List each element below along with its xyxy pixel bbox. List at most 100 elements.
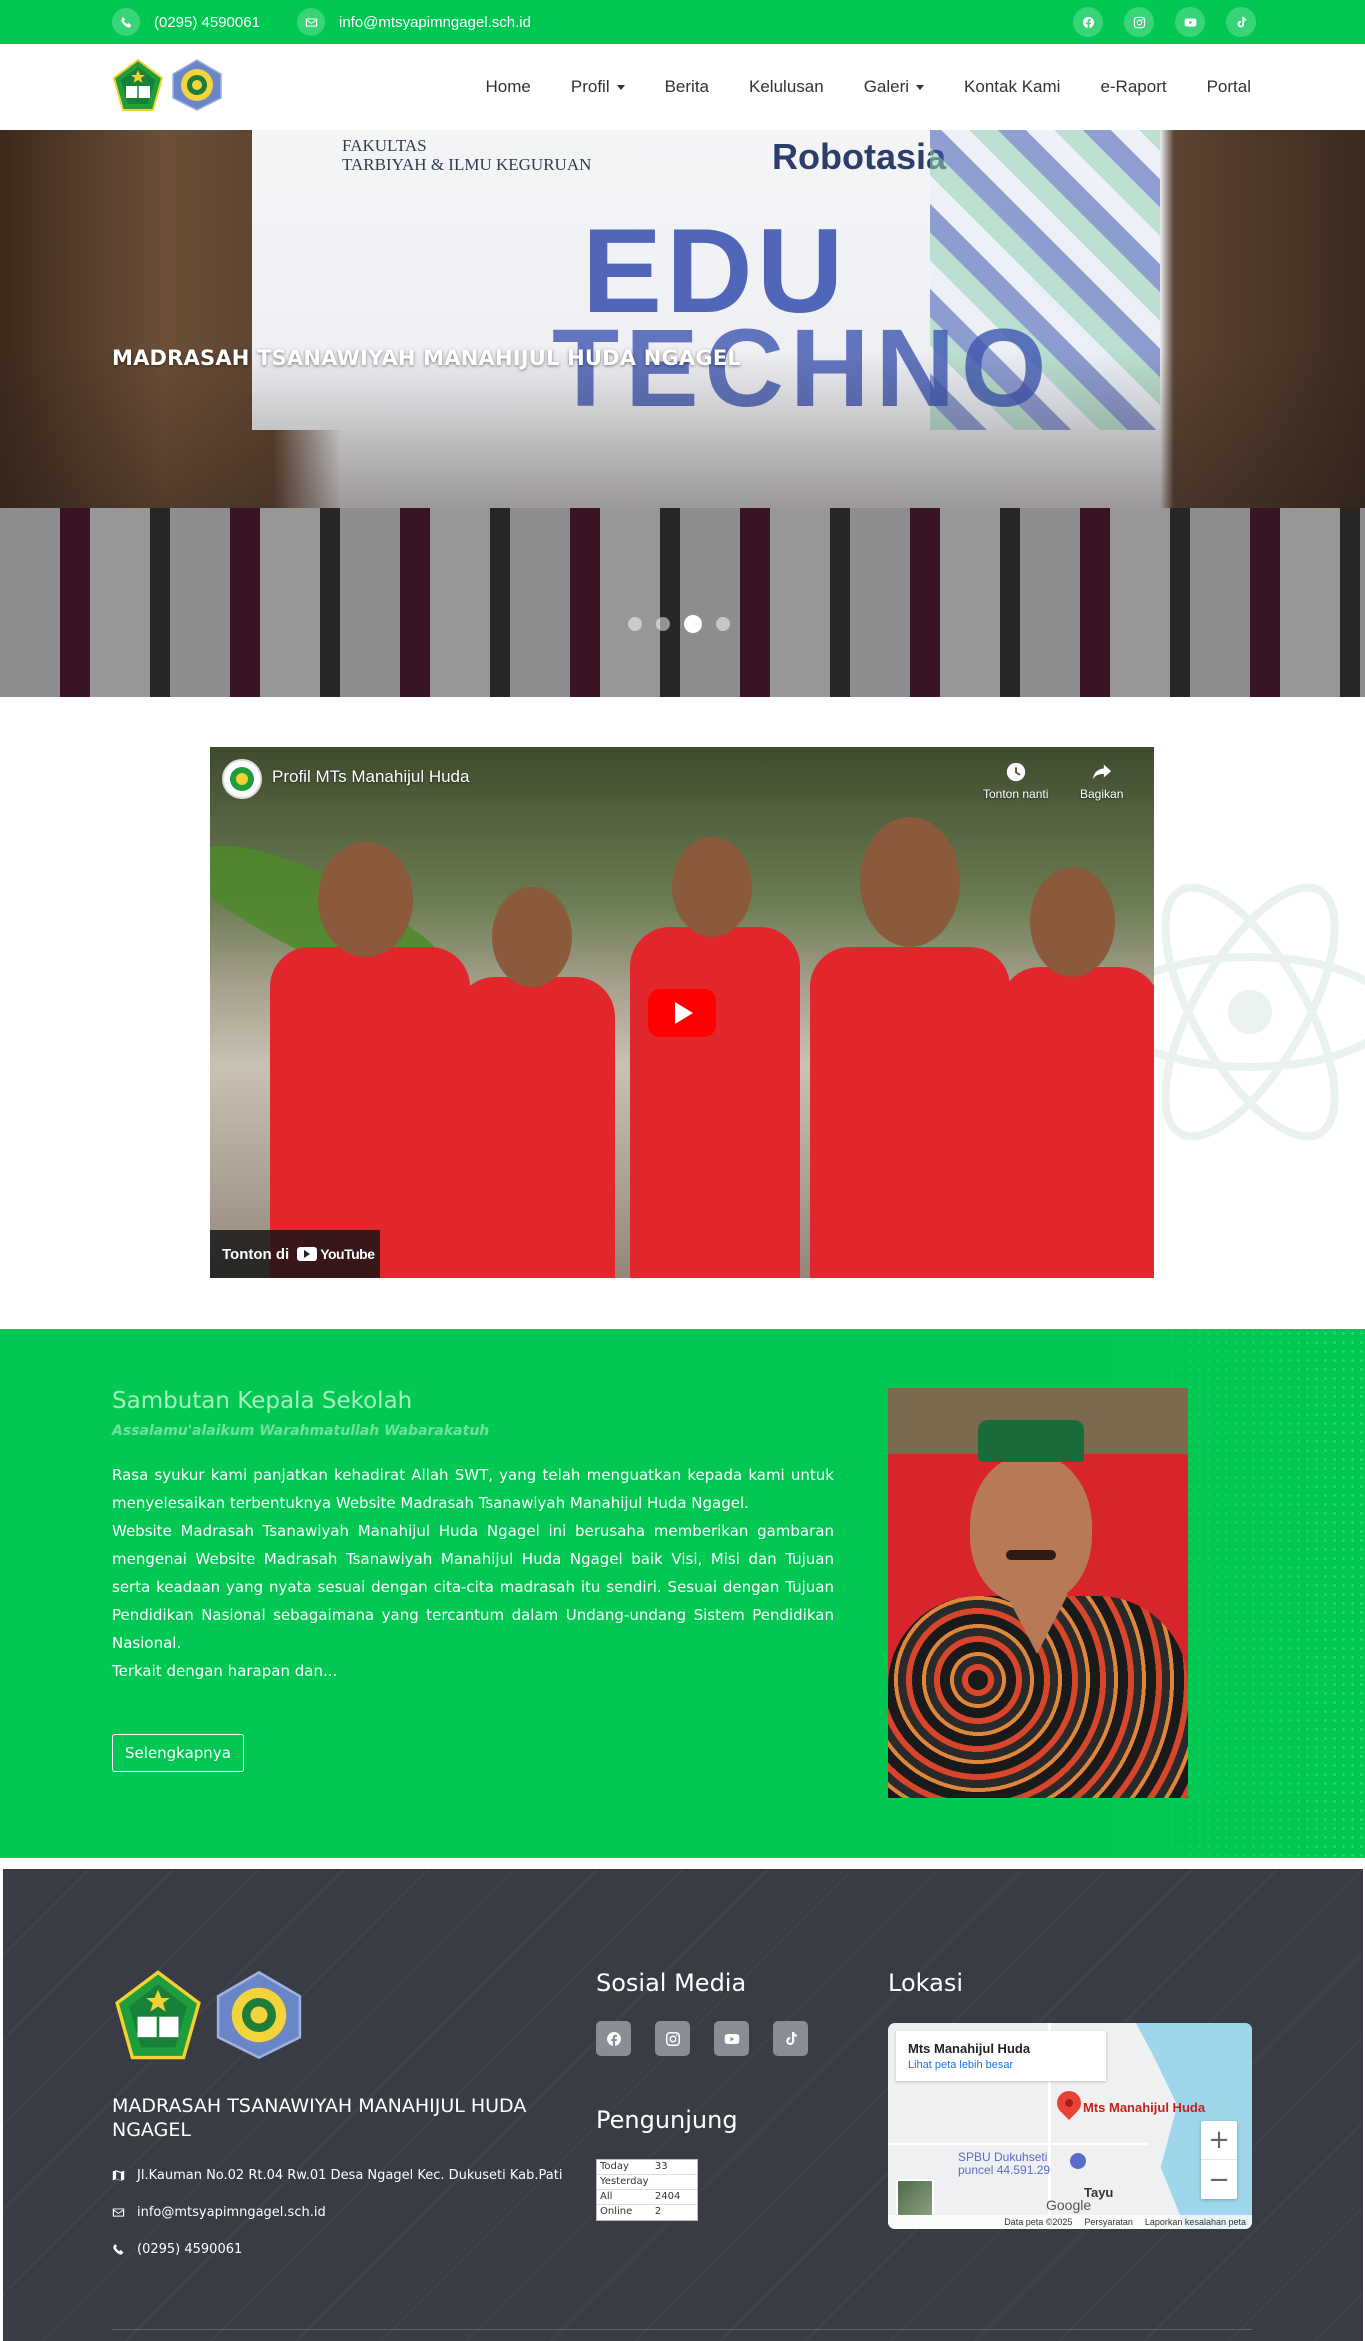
carousel-dot[interactable] bbox=[716, 617, 730, 631]
top-email[interactable]: info@mtsyapimngagel.sch.id bbox=[297, 0, 531, 44]
carousel-dot[interactable] bbox=[628, 617, 642, 631]
map-place-name: Mts Manahijul Huda bbox=[908, 2041, 1031, 2056]
top-phone[interactable]: (0295) 4590061 bbox=[112, 0, 260, 44]
peci-cap bbox=[978, 1420, 1084, 1462]
youtube-wordmark: YouTube bbox=[320, 1246, 375, 1262]
visitor-row: All 2404 bbox=[597, 2190, 697, 2205]
footer-address: Jl.Kauman No.02 Rt.04 Rw.01 Desa Ngagel … bbox=[112, 2168, 562, 2183]
welcome-paragraph: Terkait dengan harapan dan... bbox=[112, 1662, 338, 1680]
nav-galeri[interactable]: Galeri bbox=[863, 77, 925, 97]
video-section: Profil MTs Manahijul Huda Tonton nanti B… bbox=[0, 697, 1365, 1329]
zoom-out-button[interactable]: − bbox=[1201, 2160, 1237, 2199]
greeting-text: Assalamu'alaikum Warahmatullah Wabarakat… bbox=[112, 1423, 490, 1439]
nav-berita-label: Berita bbox=[664, 77, 710, 96]
nav-galeri-label: Galeri bbox=[863, 77, 910, 96]
nav-eraport-label: e-Raport bbox=[1100, 77, 1167, 96]
visitor-label: Online bbox=[600, 2206, 633, 2217]
channel-logo[interactable] bbox=[222, 759, 262, 799]
envelope-icon bbox=[297, 8, 325, 36]
map-pin-icon[interactable] bbox=[1052, 2086, 1086, 2120]
map-terms-link[interactable]: Persyaratan bbox=[1084, 2217, 1133, 2227]
share-button[interactable]: Bagikan bbox=[1080, 761, 1123, 801]
nav-kelulusan[interactable]: Kelulusan bbox=[749, 77, 824, 97]
share-label: Bagikan bbox=[1080, 787, 1124, 801]
watch-later-button[interactable]: Tonton nanti bbox=[983, 761, 1048, 801]
student-figure bbox=[860, 817, 960, 947]
footer-logos bbox=[112, 1969, 307, 2061]
map-report-link[interactable]: Laporkan kesalahan peta bbox=[1145, 2217, 1246, 2227]
read-more-button[interactable]: Selengkapnya bbox=[112, 1734, 244, 1772]
carousel-dot[interactable] bbox=[656, 617, 670, 631]
satellite-toggle[interactable] bbox=[896, 2179, 934, 2217]
banner-faculty-text: FAKULTAS TARBIYAH & ILMU KEGURUAN bbox=[342, 136, 592, 174]
channel-logo-icon bbox=[230, 767, 254, 791]
caret-down-icon bbox=[616, 85, 625, 90]
youtube-icon[interactable] bbox=[714, 2021, 749, 2056]
kemenag-logo bbox=[115, 1970, 201, 2060]
footer-phone[interactable]: (0295) 4590061 bbox=[112, 2242, 242, 2257]
visitor-label: All bbox=[600, 2191, 613, 2202]
tiktok-icon[interactable] bbox=[773, 2021, 808, 2056]
instagram-icon[interactable] bbox=[655, 2021, 690, 2056]
instagram-icon[interactable] bbox=[1124, 7, 1154, 37]
share-icon bbox=[1092, 764, 1111, 780]
watch-later-label: Tonton nanti bbox=[983, 787, 1049, 801]
footer-email[interactable]: info@mtsyapimngagel.sch.id bbox=[112, 2205, 326, 2220]
yapim-logo bbox=[216, 1970, 302, 2060]
footer-address-text: Jl.Kauman No.02 Rt.04 Rw.01 Desa Ngagel … bbox=[137, 2168, 563, 2183]
hero-carousel[interactable]: FAKULTAS TARBIYAH & ILMU KEGURUAN Robota… bbox=[0, 130, 1365, 697]
footer-social-icons bbox=[596, 2021, 808, 2056]
section-title: Sambutan Kepala Sekolah bbox=[112, 1388, 413, 1414]
video-title[interactable]: Profil MTs Manahijul Huda bbox=[272, 767, 469, 787]
atom-decoration-icon bbox=[1150, 883, 1365, 1141]
facebook-icon[interactable] bbox=[596, 2021, 631, 2056]
clock-icon bbox=[1006, 762, 1025, 782]
nav-menu: Home Profil Berita Kelulusan Galeri Kont… bbox=[486, 44, 1252, 130]
zoom-in-button[interactable]: + bbox=[1201, 2121, 1237, 2160]
visitor-label: Yesterday bbox=[600, 2176, 649, 2187]
play-button[interactable] bbox=[648, 989, 716, 1037]
visitor-row: Today 33 bbox=[597, 2160, 697, 2175]
visitor-title: Pengunjung bbox=[596, 2106, 738, 2134]
youtube-icon bbox=[297, 1247, 318, 1261]
map-data-text: Data peta ©2025 bbox=[1004, 2217, 1073, 2227]
nav-home[interactable]: Home bbox=[486, 77, 531, 97]
nav-profil[interactable]: Profil bbox=[571, 77, 625, 97]
nav-portal[interactable]: Portal bbox=[1207, 77, 1251, 97]
student-figure bbox=[630, 927, 800, 1278]
visitor-row: Online 2 bbox=[597, 2205, 697, 2220]
facebook-icon[interactable] bbox=[1073, 7, 1103, 37]
google-map-embed[interactable]: Mts Manahijul Huda Lihat peta lebih besa… bbox=[888, 2023, 1252, 2229]
footer-divider bbox=[112, 2329, 1252, 2330]
youtube-icon[interactable] bbox=[1175, 7, 1205, 37]
map-pin-label: Mts Manahijul Huda bbox=[1083, 2100, 1206, 2115]
youtube-embed[interactable]: Profil MTs Manahijul Huda Tonton nanti B… bbox=[210, 747, 1154, 1278]
visitor-label: Today bbox=[600, 2161, 629, 2172]
nav-kontak-label: Kontak Kami bbox=[964, 77, 1061, 96]
students-group bbox=[0, 350, 1365, 510]
header-logos[interactable] bbox=[112, 58, 224, 112]
welcome-text: Rasa syukur kami panjatkan kehadirat All… bbox=[112, 1461, 834, 1685]
nav-eraport[interactable]: e-Raport bbox=[1100, 77, 1166, 97]
watch-on-label: Tonton di bbox=[222, 1245, 290, 1263]
map-zoom-controls: + − bbox=[1201, 2121, 1237, 2199]
student-figure bbox=[672, 837, 752, 937]
kemenag-logo bbox=[112, 58, 164, 111]
map-place-card: Mts Manahijul Huda Lihat peta lebih besa… bbox=[896, 2031, 1106, 2081]
phone-icon bbox=[113, 2243, 124, 2255]
carousel-dot-active[interactable] bbox=[684, 615, 702, 633]
yapim-logo bbox=[172, 59, 222, 111]
student-figure bbox=[455, 977, 615, 1278]
principal-photo bbox=[888, 1388, 1188, 1798]
carousel-indicators bbox=[628, 615, 730, 633]
map-larger-link[interactable]: Lihat peta lebih besar bbox=[908, 2059, 1094, 2071]
map-attribution: Data peta ©2025 Persyaratan Laporkan kes… bbox=[888, 2215, 1252, 2229]
tiktok-icon[interactable] bbox=[1226, 7, 1256, 37]
welcome-paragraph: Rasa syukur kami panjatkan kehadirat All… bbox=[112, 1466, 834, 1512]
nav-kontak[interactable]: Kontak Kami bbox=[964, 77, 1060, 97]
youtube-logo: YouTube bbox=[297, 1246, 375, 1262]
watch-on-youtube-button[interactable]: Tonton di YouTube bbox=[210, 1230, 380, 1278]
nav-berita[interactable]: Berita bbox=[665, 77, 709, 97]
google-logo: Google bbox=[1046, 2197, 1092, 2213]
map-road bbox=[888, 2143, 1148, 2145]
